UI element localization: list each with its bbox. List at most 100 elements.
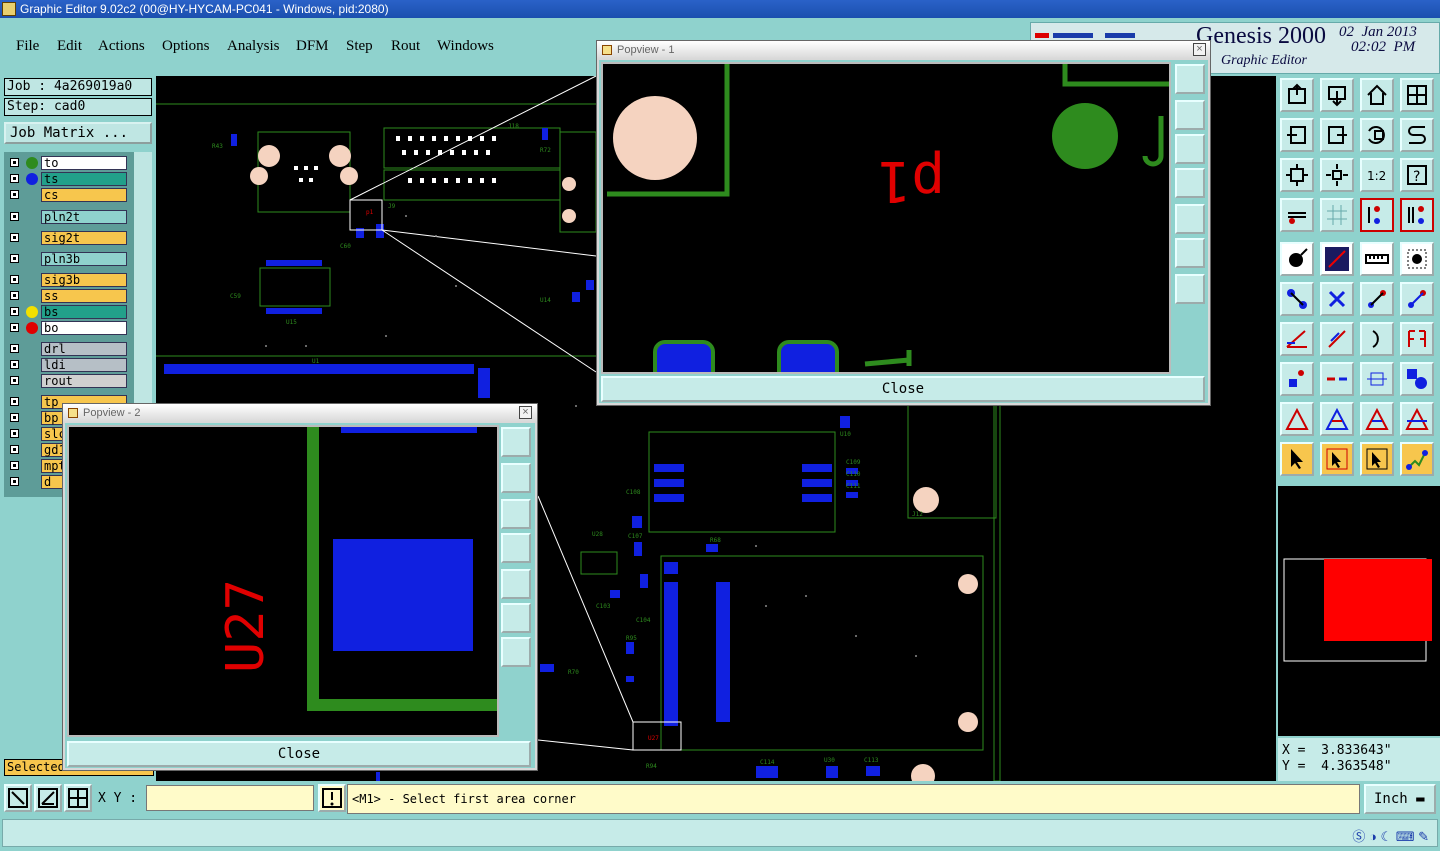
zoom-1-to-2-icon[interactable]: 1:2 [1360, 158, 1394, 192]
popview-1-window[interactable]: Popview - 1 × p1 Close [596, 40, 1211, 406]
layer-name[interactable]: ldi [41, 358, 127, 372]
popview-pan-left-icon[interactable] [1175, 168, 1205, 198]
move-icon[interactable] [1280, 282, 1314, 316]
layer-checkbox[interactable] [10, 360, 19, 369]
popview-zoom-icon[interactable] [1175, 64, 1205, 94]
slash-icon[interactable] [1320, 322, 1354, 356]
layer-name[interactable]: bo [41, 321, 127, 335]
grid-snap-icon[interactable] [64, 784, 92, 812]
layer-checkbox[interactable] [10, 344, 19, 353]
ruler-icon[interactable] [1360, 242, 1394, 276]
popview-zoom-out-icon[interactable] [501, 499, 531, 529]
layer-name[interactable]: bs [41, 305, 127, 319]
layer-name[interactable]: sig3b [41, 273, 127, 287]
close-icon[interactable]: × [519, 406, 532, 419]
layer-checkbox[interactable] [10, 477, 19, 486]
layer-row-to[interactable]: to [6, 156, 128, 171]
layer-row-pln2t[interactable]: pln2t [6, 210, 128, 225]
layer-checkbox[interactable] [10, 233, 19, 242]
redraw-icon[interactable] [1360, 118, 1394, 152]
select-net-icon[interactable] [1400, 442, 1434, 476]
add-line-icon[interactable] [1320, 242, 1354, 276]
zoom-center-icon[interactable] [1320, 158, 1354, 192]
popview-1-view[interactable]: p1 [601, 62, 1171, 374]
triangle-add-icon[interactable] [1280, 402, 1314, 436]
layer-row-bo[interactable]: bo [6, 321, 128, 336]
zoom-fit-icon[interactable] [1280, 158, 1314, 192]
system-tray-icon[interactable]: Ⓢ ◑ ☾ ⌨ ✎ [1352, 826, 1429, 845]
layer-row-ldi[interactable]: ldi [6, 358, 128, 373]
layer-name[interactable]: rout [41, 374, 127, 388]
break-icon[interactable] [1320, 362, 1354, 396]
popview-zoom-icon[interactable] [501, 427, 531, 457]
group-icon[interactable] [1400, 362, 1434, 396]
popview-center-icon[interactable] [501, 637, 531, 667]
layer-checkbox[interactable] [10, 413, 19, 422]
layer-name[interactable]: pln3b [41, 252, 127, 266]
layer-row-ss[interactable]: ss [6, 289, 128, 304]
select-pointer-icon[interactable] [1280, 442, 1314, 476]
menu-actions[interactable]: Actions [98, 38, 145, 55]
triangle-split-icon[interactable] [1400, 402, 1434, 436]
measure-angle-icon[interactable] [34, 784, 62, 812]
layer-row-drl[interactable]: drl [6, 342, 128, 357]
popview-2-window[interactable]: Popview - 2 × U27 Close [62, 403, 538, 771]
layer-checkbox[interactable] [10, 254, 19, 263]
menu-rout[interactable]: Rout [391, 38, 420, 55]
layer-checkbox[interactable] [10, 323, 19, 332]
layer-checkbox[interactable] [10, 158, 19, 167]
zoom-down-icon[interactable] [1320, 78, 1354, 112]
overview-map[interactable] [1278, 486, 1440, 736]
zoom-window-icon[interactable] [4, 784, 32, 812]
zoom-home-icon[interactable] [1280, 78, 1314, 112]
layer-checkbox[interactable] [10, 190, 19, 199]
measure-icon[interactable] [1280, 198, 1314, 232]
help-icon[interactable]: ? [1400, 158, 1434, 192]
popview-zoom-in-icon[interactable] [501, 463, 531, 493]
angle-icon[interactable] [1280, 322, 1314, 356]
layer-checkbox[interactable] [10, 397, 19, 406]
layer-checkbox[interactable] [10, 174, 19, 183]
layer-color-dot[interactable] [26, 322, 38, 334]
layer-name[interactable]: sig2t [41, 231, 127, 245]
menu-edit[interactable]: Edit [57, 38, 82, 55]
menu-options[interactable]: Options [162, 38, 210, 55]
xy-input[interactable] [146, 785, 314, 811]
pan-left-icon[interactable] [1280, 118, 1314, 152]
home-icon[interactable] [1360, 78, 1394, 112]
resize-icon[interactable] [1360, 362, 1394, 396]
menu-analysis[interactable]: Analysis [227, 38, 280, 55]
menu-windows[interactable]: Windows [437, 38, 494, 55]
pan-right-icon[interactable] [1320, 118, 1354, 152]
triangle-fill-icon[interactable] [1360, 402, 1394, 436]
split-view-icon[interactable] [1400, 78, 1434, 112]
layer-name[interactable]: ss [41, 289, 127, 303]
layer-row-cs[interactable]: cs [6, 188, 128, 203]
popview-2-view[interactable]: U27 [67, 425, 499, 737]
popview-fit-icon[interactable] [1175, 238, 1205, 268]
layer-name[interactable]: drl [41, 342, 127, 356]
pad-icon[interactable] [1400, 242, 1434, 276]
layer-row-ts[interactable]: ts [6, 172, 128, 187]
popview-1-titlebar[interactable]: Popview - 1 × [597, 41, 1210, 59]
menu-file[interactable]: File [16, 38, 39, 55]
arc-icon[interactable] [1360, 322, 1394, 356]
popview-pan-right-icon[interactable] [1175, 204, 1205, 234]
connect-icon[interactable] [1280, 362, 1314, 396]
layer-color-dot[interactable] [26, 173, 38, 185]
layer-name[interactable]: cs [41, 188, 127, 202]
transform-icon[interactable] [1400, 282, 1434, 316]
menu-step[interactable]: Step [346, 38, 373, 55]
layer-checkbox[interactable] [10, 291, 19, 300]
layer-row-bs[interactable]: bs [6, 305, 128, 320]
popview-fit-icon[interactable] [501, 603, 531, 633]
unit-selector[interactable]: Inch ▬ [1364, 784, 1436, 814]
delete-icon[interactable] [1320, 282, 1354, 316]
layer-checkbox[interactable] [10, 212, 19, 221]
snap-icon[interactable] [1400, 118, 1434, 152]
popview-2-close-button[interactable]: Close [67, 741, 531, 767]
mirror-icon[interactable] [1400, 322, 1434, 356]
popview-zoom-in-icon[interactable] [1175, 100, 1205, 130]
layer-name[interactable]: pln2t [41, 210, 127, 224]
popview-pan-left-icon[interactable] [501, 533, 531, 563]
